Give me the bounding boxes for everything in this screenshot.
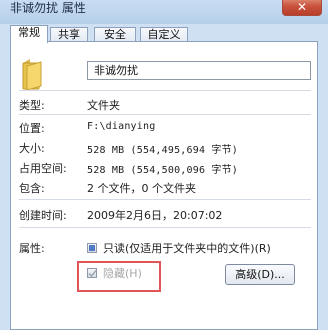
readonly-checkbox[interactable]	[87, 243, 97, 253]
divider	[19, 199, 311, 200]
contains-label: 包含:	[19, 182, 45, 195]
size-label: 大小:	[19, 142, 45, 155]
folder-icon	[21, 57, 45, 94]
tab-sharing[interactable]: 共享	[50, 27, 88, 42]
type-value: 文件夹	[87, 99, 120, 112]
size-value: 528 MB (554,495,694 字节)	[87, 145, 239, 156]
created-label: 创建时间:	[19, 209, 67, 222]
divider	[19, 114, 311, 115]
general-tab-panel: 非诚勿扰 类型: 文件夹 位置: F:\dianying 大小: 528 MB …	[10, 41, 318, 330]
divider	[19, 227, 311, 228]
highlight-box	[77, 261, 161, 292]
type-label: 类型:	[19, 99, 45, 112]
title-bar[interactable]: 非诚勿扰 属性 ✕	[0, 0, 328, 24]
contains-value: 2 个文件，0 个文件夹	[87, 182, 196, 195]
advanced-button[interactable]: 高级(D)...	[225, 264, 295, 285]
window-title: 非诚勿扰 属性	[10, 1, 86, 15]
created-value: 2009年2月6日，20:07:02	[87, 209, 223, 222]
close-button[interactable]: ✕	[282, 0, 322, 16]
folder-name-input[interactable]: 非诚勿扰	[87, 61, 311, 80]
tab-security[interactable]: 安全	[94, 27, 136, 42]
location-label: 位置:	[19, 122, 45, 135]
tab-strip: 常规 共享 安全 自定义	[10, 25, 320, 43]
tab-customize[interactable]: 自定义	[140, 27, 188, 42]
attributes-label: 属性:	[19, 242, 45, 255]
tab-general[interactable]: 常规	[10, 25, 48, 43]
location-value: F:\dianying	[87, 121, 156, 132]
close-icon: ✕	[296, 0, 308, 14]
size-on-disk-value: 528 MB (554,500,096 字节)	[87, 165, 239, 176]
readonly-label[interactable]: 只读(仅适用于文件夹中的文件)(R)	[103, 240, 271, 256]
size-on-disk-label: 占用空间:	[19, 162, 67, 175]
divider	[19, 90, 311, 91]
